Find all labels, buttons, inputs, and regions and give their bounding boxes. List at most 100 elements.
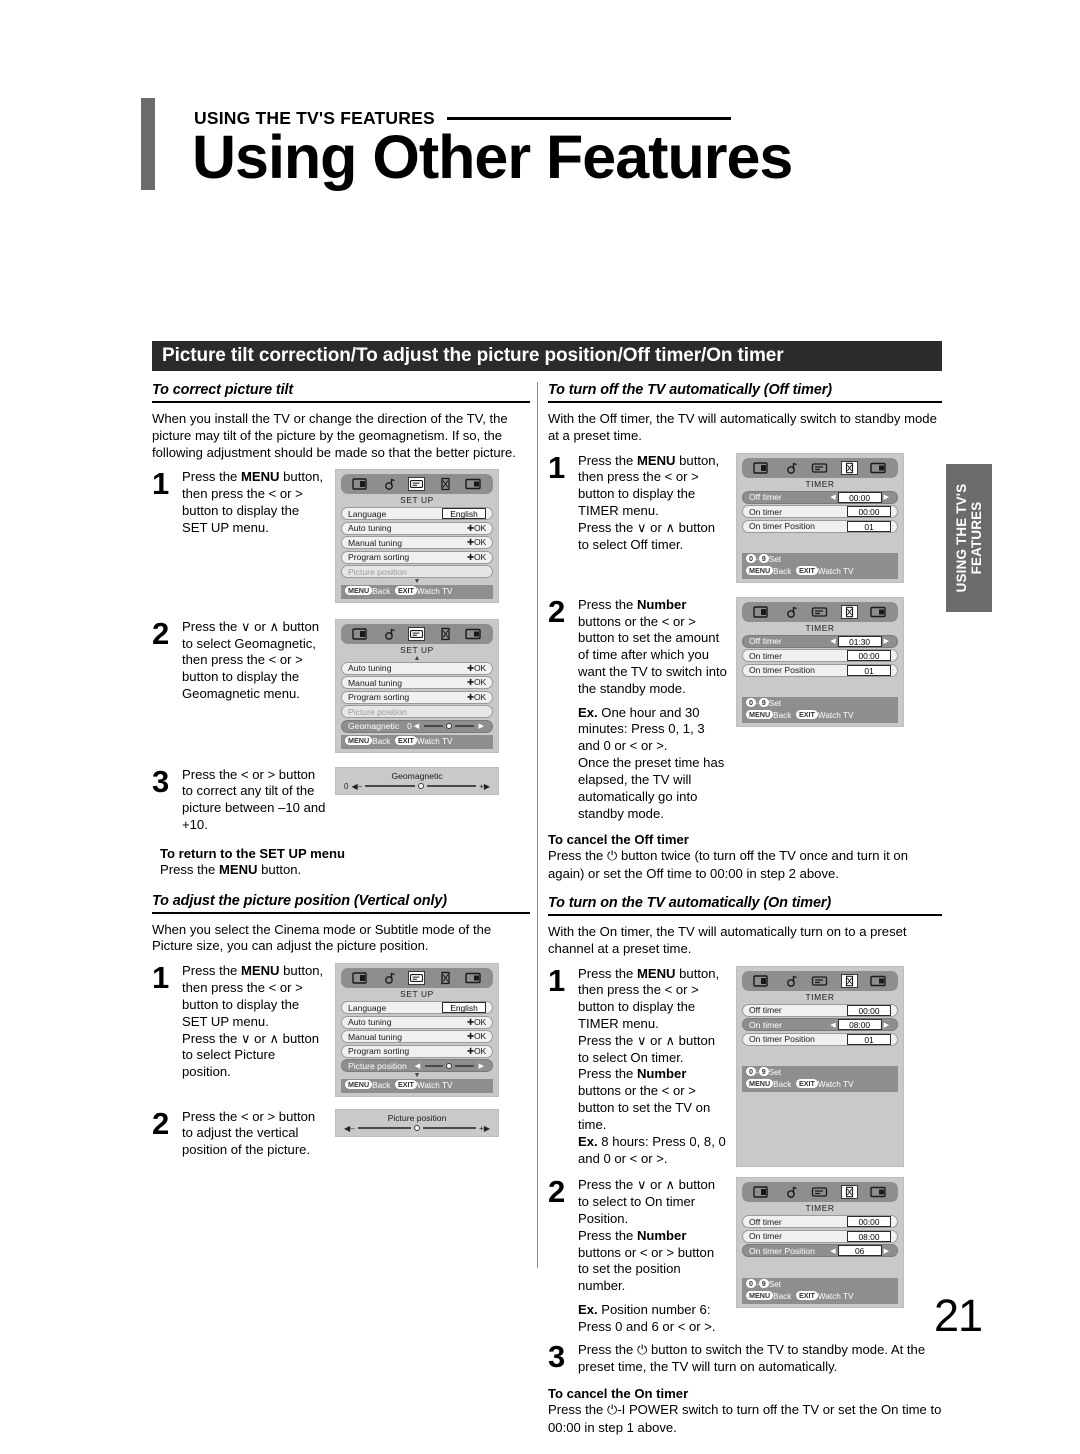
osd-row-program-sorting[interactable]: Program sorting ✚OK bbox=[341, 550, 493, 564]
footer-back-label: Back bbox=[372, 736, 391, 746]
power-icon: ⏻ bbox=[606, 1403, 618, 1419]
osd-title: SET UP bbox=[400, 495, 434, 506]
geomagnetic-slider[interactable]: ◀ ▶ bbox=[412, 721, 486, 732]
bar-knob[interactable] bbox=[413, 1125, 420, 1132]
osd-icon-row bbox=[341, 968, 493, 989]
sound-icon bbox=[782, 974, 799, 988]
osd-ok: ✚OK bbox=[466, 677, 486, 688]
osd-footer: MENU Back EXIT Watch TV bbox=[341, 1078, 493, 1093]
osd-value: 08:00 bbox=[837, 1019, 882, 1031]
section-band: Picture tilt correction/To adjust the pi… bbox=[152, 341, 942, 371]
osd-row-program-sorting[interactable]: Program sorting ✚OK bbox=[341, 690, 493, 704]
osd-title: TIMER bbox=[805, 991, 835, 1002]
osd-ok: ✚OK bbox=[466, 551, 486, 562]
footer-back-label: Back bbox=[773, 1079, 792, 1089]
picture-size-icon bbox=[870, 1185, 887, 1199]
picture-size-icon bbox=[465, 477, 482, 491]
picture-icon bbox=[753, 461, 770, 475]
left-arrow-icon: ◀ bbox=[830, 1021, 836, 1029]
osd-title: SET UP bbox=[400, 989, 434, 1000]
osd-row-picture-position[interactable]: Picture position bbox=[341, 565, 493, 579]
osd-row-manual-tuning[interactable]: Manual tuning ✚OK bbox=[341, 1030, 493, 1044]
number-key-9: 9 bbox=[758, 1278, 769, 1288]
osd-row-program-sorting[interactable]: Program sorting ✚OK bbox=[341, 1044, 493, 1058]
osd-row-auto-tuning[interactable]: Auto tuning ✚OK bbox=[341, 661, 493, 675]
step-tilt-1: 1 Press the MENU button, then press the … bbox=[152, 466, 530, 603]
osd-row-picture-position[interactable]: Picture position bbox=[341, 705, 493, 719]
intro-picture-position: When you select the Cinema mode or Subti… bbox=[152, 921, 492, 954]
osd-ok: ✚OK bbox=[466, 662, 486, 673]
numset-label: Set bbox=[768, 555, 782, 565]
picture-icon bbox=[753, 1185, 770, 1199]
osd-label: Auto tuning bbox=[348, 523, 392, 534]
right-arrow-icon: ▶ bbox=[883, 1247, 889, 1255]
osd-row-on-timer[interactable]: On timer 00:00 bbox=[742, 649, 898, 663]
osd-row-off-timer[interactable]: Off timer 00:00 bbox=[742, 1003, 898, 1017]
osd-spacer bbox=[742, 678, 898, 697]
exit-key: EXIT bbox=[795, 1290, 818, 1300]
osd-row-on-timer[interactable]: On timer 00:00 bbox=[742, 505, 898, 519]
left-arrow-icon: ◀ bbox=[830, 1247, 836, 1255]
osd-value: 01 bbox=[847, 520, 891, 532]
power-icon: ⏻ bbox=[636, 1342, 648, 1358]
page-header: USING THE TV'S FEATURES Using Other Feat… bbox=[141, 98, 942, 218]
menu-key: MENU bbox=[746, 565, 774, 575]
step-on-3: 3 Press the ⏻ button to switch the TV to… bbox=[548, 1340, 942, 1377]
osd-value: 00:00 bbox=[847, 506, 891, 518]
numset-label: Set bbox=[768, 699, 782, 709]
osd-row-picture-position[interactable]: Picture position ◀ ▶ bbox=[341, 1059, 493, 1073]
step-off-2: 2 Press the Number buttons or the < or >… bbox=[548, 596, 942, 823]
picture-icon bbox=[351, 971, 369, 985]
plus-arrow-icon: +▶ bbox=[479, 781, 491, 791]
number-key-0: 0 bbox=[746, 554, 756, 564]
footer-watch-label: Watch TV bbox=[416, 586, 453, 596]
osd-row-auto-tuning[interactable]: Auto tuning ✚OK bbox=[341, 1015, 493, 1029]
osd-row-manual-tuning[interactable]: Manual tuning ✚OK bbox=[341, 676, 493, 690]
osd-label: Off timer bbox=[749, 636, 782, 647]
step-tilt-2: 2 Press the ∨ or ∧ button to select Geom… bbox=[152, 618, 530, 753]
left-arrow-icon: ◀ bbox=[830, 494, 836, 502]
slider-knob[interactable] bbox=[446, 1062, 453, 1069]
osd-label: On timer bbox=[749, 1019, 782, 1030]
slider-knob[interactable] bbox=[445, 723, 452, 730]
picture-position-slider[interactable]: ◀ ▶ bbox=[413, 1060, 486, 1071]
osd-bar-line[interactable]: 0 ◀– +▶ bbox=[344, 782, 490, 791]
minus-arrow-icon: ◀– bbox=[344, 1123, 355, 1133]
step-number: 1 bbox=[152, 466, 170, 502]
osd-row-language[interactable]: Language English bbox=[341, 507, 493, 521]
osd-label: On timer Position bbox=[749, 665, 815, 676]
osd-row-on-timer-position[interactable]: On timer Position 01 bbox=[742, 1032, 898, 1046]
picture-size-icon bbox=[870, 974, 887, 988]
osd-row-on-timer-position[interactable]: On timer Position 01 bbox=[742, 663, 898, 677]
osd-row-on-timer-position[interactable]: On timer Position 01 bbox=[742, 519, 898, 533]
header-rule bbox=[446, 117, 731, 120]
osd-row-manual-tuning[interactable]: Manual tuning ✚OK bbox=[341, 536, 493, 550]
osd-row-off-timer[interactable]: Off timer ◀ 01:30 ▶ bbox=[742, 634, 898, 648]
heading-cancel-on-timer: To cancel the On timer bbox=[548, 1386, 689, 1402]
step-text: Press the MENU button, then press the < … bbox=[182, 963, 324, 1080]
osd-bar-line[interactable]: ◀– +▶ bbox=[344, 1124, 490, 1133]
osd-label: On timer bbox=[749, 506, 782, 517]
osd-row-auto-tuning[interactable]: Auto tuning ✚OK bbox=[341, 521, 493, 535]
osd-row-off-timer[interactable]: Off timer ◀ 00:00 ▶ bbox=[742, 490, 898, 504]
osd-row-geomagnetic[interactable]: Geomagnetic 0 ◀ ▶ bbox=[341, 719, 493, 733]
osd-row-off-timer[interactable]: Off timer 00:00 bbox=[742, 1215, 898, 1229]
osd-footer: MENU Back EXIT Watch TV bbox=[341, 734, 493, 749]
bar-knob[interactable] bbox=[417, 783, 424, 790]
sound-icon bbox=[782, 605, 799, 619]
side-tab-using-the-tvs-features: USING THE TV'S FEATURES bbox=[946, 464, 992, 612]
osd-row-on-timer[interactable]: On timer ◀ 08:00 ▶ bbox=[742, 1018, 898, 1032]
osd-label: Program sorting bbox=[348, 552, 410, 563]
osd-value: English bbox=[442, 508, 486, 520]
osd-value: 08:00 bbox=[847, 1230, 891, 1242]
slider-track bbox=[425, 1064, 444, 1067]
page-number: 21 bbox=[933, 1290, 983, 1341]
osd-row-on-timer[interactable]: On timer 08:00 bbox=[742, 1229, 898, 1243]
osd-footer: 0-9 Set MENU Back EXIT Watch TV bbox=[742, 1066, 898, 1092]
step-example: Ex. One hour and 30 minutes: Press 0, 1,… bbox=[578, 704, 725, 821]
osd-row-on-timer-position[interactable]: On timer Position ◀ 06 ▶ bbox=[742, 1244, 898, 1258]
osd-row-language[interactable]: Language English bbox=[341, 1001, 493, 1015]
osd-label: On timer bbox=[749, 650, 782, 661]
picture-icon bbox=[351, 627, 369, 641]
osd-label: Picture position bbox=[348, 1060, 407, 1071]
